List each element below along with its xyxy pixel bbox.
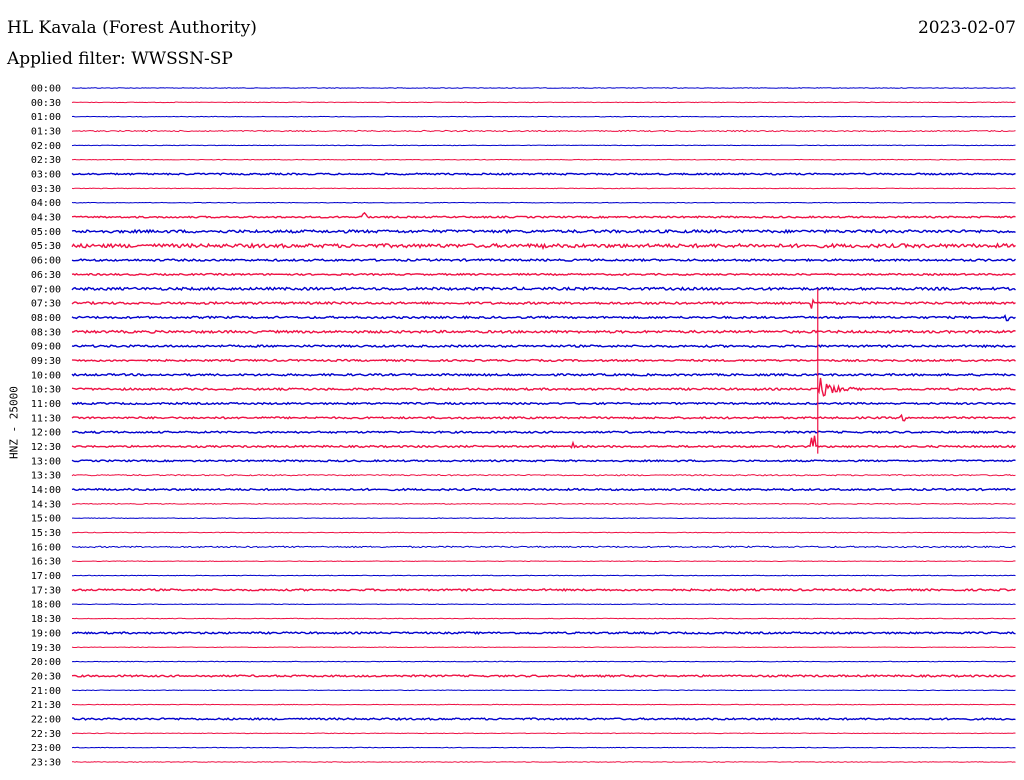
time-tick-label: 08:00 [31,313,61,324]
time-tick-label: 12:00 [31,428,61,439]
time-tick-label: 05:00 [31,227,61,238]
time-tick-label: 19:30 [31,643,61,654]
trace-line [71,286,1016,292]
time-tick-label: 17:30 [31,585,61,596]
time-tick-label: 22:30 [31,729,61,740]
time-tick-label: 02:30 [31,155,61,166]
time-tick-label: 21:30 [31,700,61,711]
trace-line [71,101,1016,104]
time-tick-label: 13:30 [31,471,61,482]
time-tick-label: 20:00 [31,657,61,668]
time-tick-label: 06:30 [31,270,61,281]
trace-line [71,377,1016,397]
trace-line [71,372,1016,377]
time-tick-label: 15:30 [31,528,61,539]
time-tick-label: 21:00 [31,686,61,697]
time-tick-label: 18:00 [31,600,61,611]
trace-line [71,459,1016,463]
trace-line [71,401,1016,406]
time-tick-label: 04:00 [31,198,61,209]
time-tick-label: 16:00 [31,542,61,553]
trace-line [71,603,1016,606]
time-tick-label: 18:30 [31,614,61,625]
time-tick-label: 09:00 [31,342,61,353]
time-tick-label: 19:00 [31,628,61,639]
trace-line [71,242,1016,251]
time-tick-label: 14:00 [31,485,61,496]
trace-line [71,746,1016,749]
trace-line [71,314,1016,322]
time-tick-label: 03:30 [31,184,61,195]
trace-line [71,560,1016,563]
trace-line [71,272,1016,277]
time-tick-label: 11:30 [31,413,61,424]
trace-line [72,517,1016,520]
trace-line [72,617,1016,620]
time-tick-label: 01:30 [31,127,61,138]
trace-line [71,158,1016,161]
trace-line [71,502,1016,505]
trace-line [71,430,1016,435]
trace-line [71,129,1016,133]
trace-line [71,703,1016,706]
time-tick-label: 15:00 [31,514,61,525]
time-tick-label: 16:30 [31,557,61,568]
trace-line [71,545,1016,549]
time-tick-label: 05:30 [31,241,61,252]
trace-line [71,298,1016,309]
time-tick-label: 01:00 [31,112,61,123]
time-tick-label: 00:00 [31,84,61,95]
time-tick-label: 22:00 [31,714,61,725]
trace-line [71,329,1016,335]
helicorder-plot: 00:00 00:30 01:00 01:30 02:00 02:30 03:00 03:30… [31,84,1017,768]
time-tick-label: 08:30 [31,327,61,338]
trace-line [72,717,1016,721]
trace-line [71,172,1016,176]
time-tick-label: 11:00 [31,399,61,410]
time-tick-label: 07:00 [31,284,61,295]
time-tick-label: 23:00 [31,743,61,754]
time-tick-label: 03:00 [31,170,61,181]
trace-line [71,630,1016,635]
trace-line [71,201,1016,204]
time-tick-label: 10:30 [31,385,61,396]
time-tick-label: 10:00 [31,370,61,381]
trace-line [71,435,1017,449]
time-tick-label: 12:30 [31,442,61,453]
trace-line [71,487,1016,492]
trace-line [71,358,1016,363]
trace-line [71,587,1016,592]
trace-line [71,413,1016,422]
trace-line [71,344,1016,349]
time-tick-label: 00:30 [31,98,61,109]
time-tick-label: 02:00 [31,141,61,152]
time-tick-label: 06:00 [31,256,61,267]
trace-line [72,531,1016,534]
trace-line [71,646,1016,649]
trace-line [71,674,1016,678]
trace-line [71,257,1016,263]
time-tick-label: 13:00 [31,456,61,467]
trace-line [71,211,1016,219]
trace-line [71,144,1016,147]
time-tick-label: 23:30 [31,757,61,768]
trace-line [71,115,1016,118]
trace-line [71,228,1016,235]
time-tick-label: 09:30 [31,356,61,367]
time-tick-label: 17:00 [31,571,61,582]
trace-line [71,660,1016,663]
time-tick-label: 14:30 [31,499,61,510]
trace-line [71,473,1016,477]
trace-line [71,689,1016,692]
time-tick-label: 20:30 [31,671,61,682]
trace-line [72,574,1016,577]
time-tick-label: 04:30 [31,213,61,224]
trace-line [71,187,1016,190]
time-tick-label: 07:30 [31,299,61,310]
trace-line [71,87,1016,89]
trace-line [71,761,1016,763]
trace-line [71,732,1016,735]
